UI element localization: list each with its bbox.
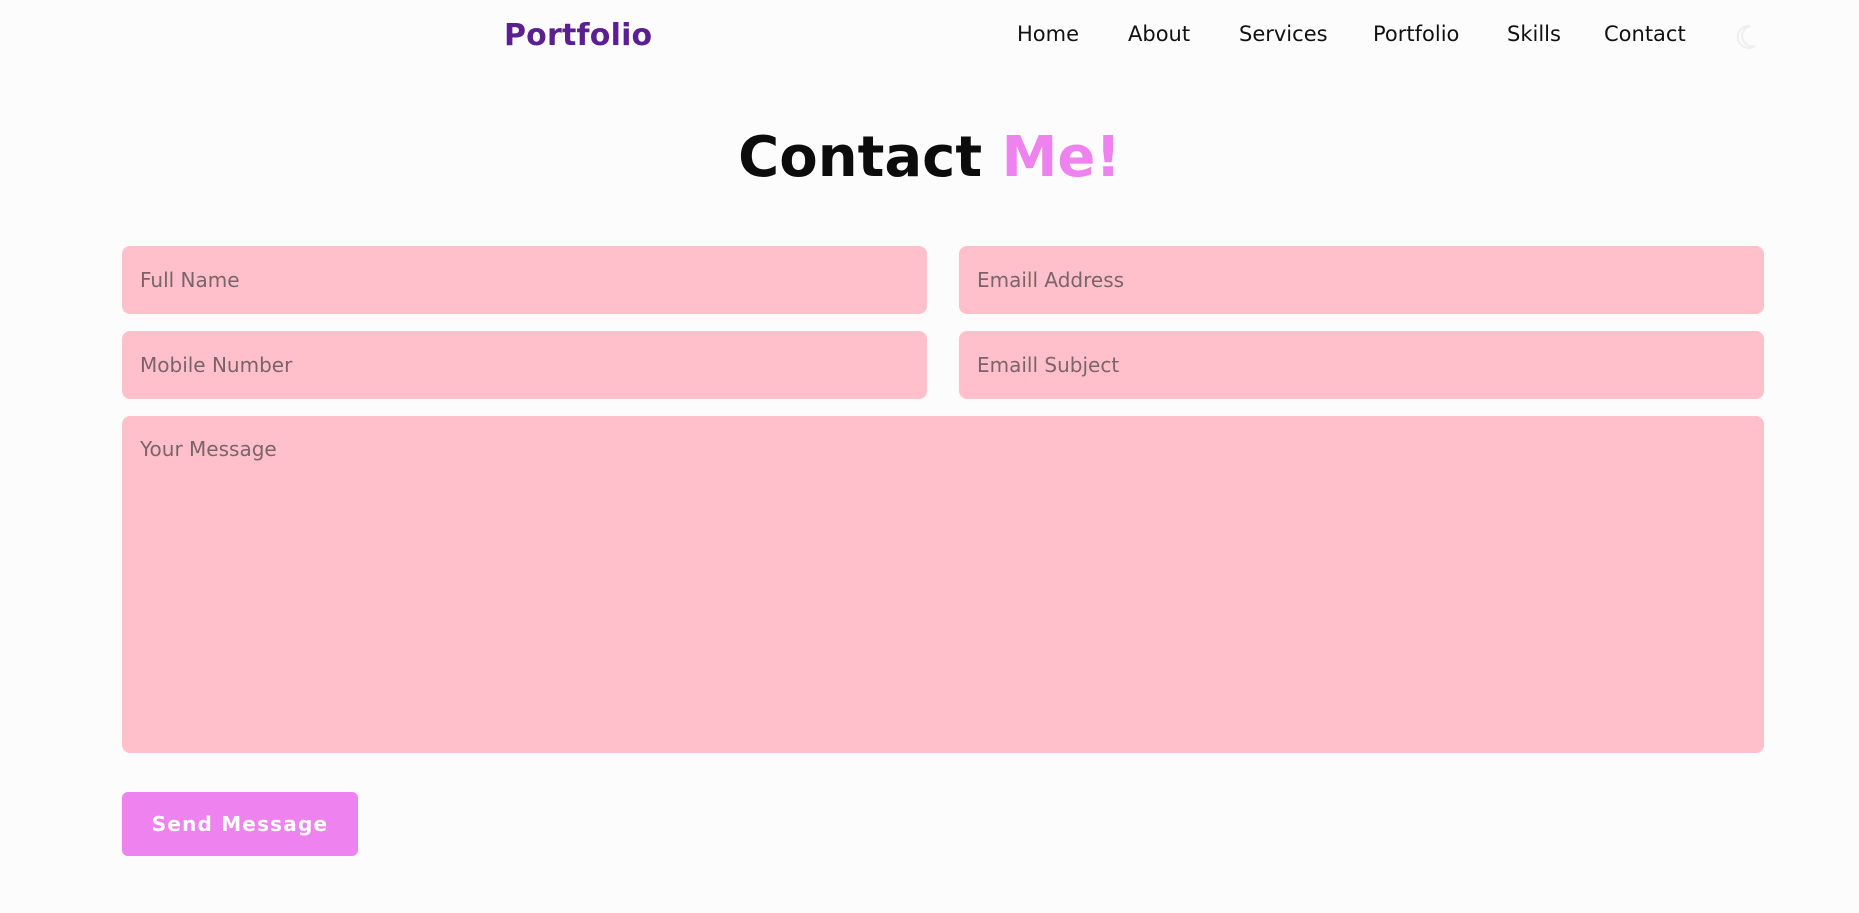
nav-contact[interactable]: Contact xyxy=(1604,22,1686,46)
message-textarea[interactable] xyxy=(122,416,1764,753)
nav-skills[interactable]: Skills xyxy=(1507,22,1561,46)
send-message-button[interactable]: Send Message xyxy=(122,792,358,856)
nav-portfolio[interactable]: Portfolio xyxy=(1373,22,1459,46)
logo[interactable]: Portfolio xyxy=(504,18,652,53)
title-me: Me! xyxy=(1001,125,1121,190)
title-contact: Contact xyxy=(738,125,983,190)
nav-home[interactable]: Home xyxy=(1017,22,1079,46)
moon-icon[interactable] xyxy=(1735,22,1765,52)
moon-icon-svg xyxy=(1736,24,1756,49)
site-header: Portfolio Home About Services Portfolio … xyxy=(0,0,1859,76)
email-subject-input[interactable] xyxy=(959,331,1764,399)
section-title: Contact Me! xyxy=(0,120,1859,196)
nav-about[interactable]: About xyxy=(1128,22,1190,46)
mobile-number-input[interactable] xyxy=(122,331,927,399)
nav-services[interactable]: Services xyxy=(1239,22,1328,46)
email-address-input[interactable] xyxy=(959,246,1764,314)
full-name-input[interactable] xyxy=(122,246,927,314)
